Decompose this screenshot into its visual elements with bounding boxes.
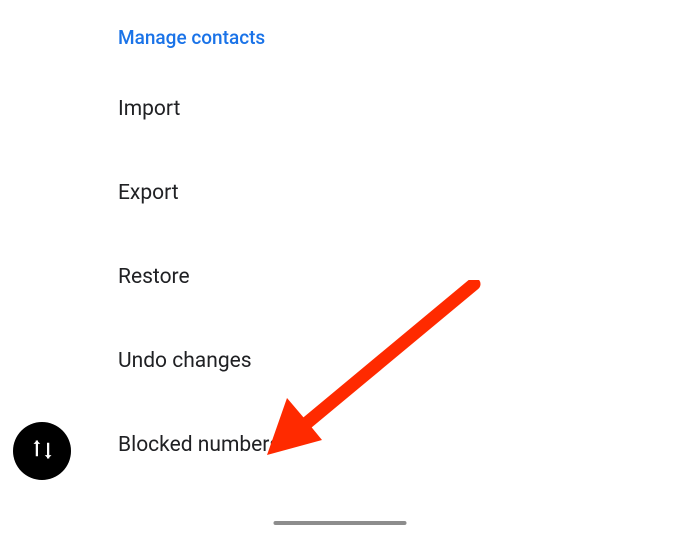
section-header-manage-contacts: Manage contacts xyxy=(118,26,680,49)
menu-item-export[interactable]: Export xyxy=(118,181,680,205)
fab-button[interactable] xyxy=(13,422,71,480)
menu-item-restore[interactable]: Restore xyxy=(118,265,680,289)
menu-item-import[interactable]: Import xyxy=(118,97,680,121)
navigation-bar-handle[interactable] xyxy=(274,521,407,525)
menu-item-blocked-numbers[interactable]: Blocked numbers xyxy=(118,433,680,457)
sync-icon xyxy=(29,436,56,467)
menu-item-undo-changes[interactable]: Undo changes xyxy=(118,349,680,373)
